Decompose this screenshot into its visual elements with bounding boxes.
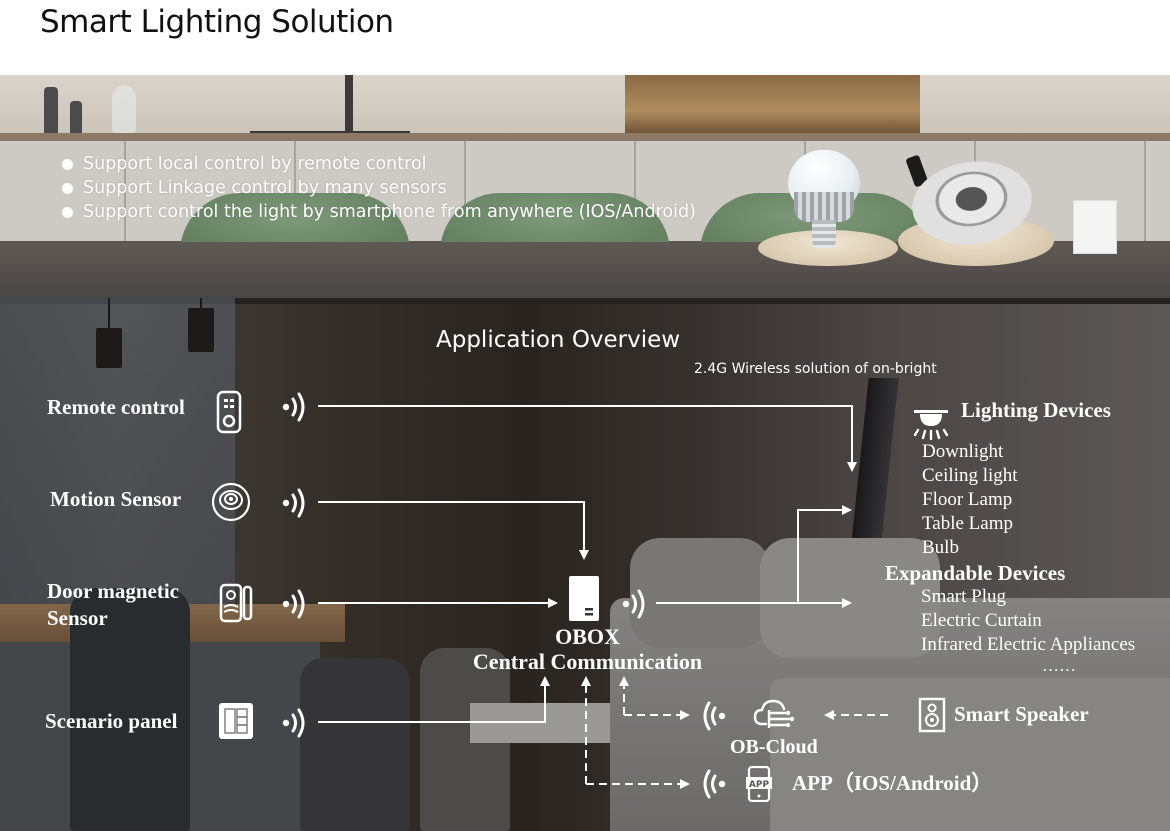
backsplash [0,75,1170,135]
wireless-signal-icon [282,707,308,743]
lighting-devices-list: Downlight Ceiling light Floor Lamp Table… [922,440,1018,560]
source-label-scenario: Scenario panel [45,709,178,733]
wireless-signal-icon [282,588,308,624]
bullet-dot [62,182,73,194]
wireless-signal-icon [622,588,648,624]
bullet-dot [62,206,73,218]
source-label-motion: Motion Sensor [50,487,182,511]
scenario-panel-icon [219,703,253,743]
counter-edge [0,133,1170,141]
obox-role: Central Communication [472,649,703,674]
faucet [345,75,353,135]
bullet-dot [62,158,73,170]
overview-title: Application Overview [436,327,681,353]
feature-item: Support Linkage control by many sensors [62,176,696,200]
expandable-device-item: Smart Plug [921,586,1006,607]
cabinet-divider [1144,141,1146,241]
cloud-icon [752,696,796,736]
lighting-device-item: Ceiling light [922,465,1018,486]
expandable-devices-heading: Expandable Devices [885,561,1066,585]
remote-control-icon [216,390,242,438]
motion-sensor-icon [211,482,251,526]
page-title: Smart Lighting Solution [40,4,394,40]
bottle [70,101,82,135]
source-label-door-line1: Door magnetic [47,579,179,603]
feature-text: Support local control by remote control [83,154,427,174]
app-phone-icon: APP [746,765,772,806]
source-label-door-line2: Sensor [47,606,108,630]
lighting-device-item: Downlight [922,441,1004,462]
led-bulb-image [788,150,860,250]
expandable-devices-list: Smart Plug Electric Curtain Infrared Ele… [921,585,1135,657]
wireless-signal-icon [282,391,308,427]
bulb-heatsink [794,192,854,222]
bulb-base [812,220,836,248]
lighting-devices-heading: Lighting Devices [961,398,1111,422]
feature-text: Support control the light by smartphone … [83,202,696,222]
lighting-device-item: Table Lamp [922,513,1013,534]
wood-panel [625,75,920,135]
more-devices-ellipsis: …… [1042,656,1076,675]
expandable-device-item: Infrared Electric Appliances [921,634,1136,655]
wireless-receive-icon [700,768,726,804]
door-sensor-icon [219,583,253,627]
vase [112,85,136,135]
speaker-icon [918,697,946,737]
wireless-receive-icon [700,700,726,736]
feature-item: Support control the light by smartphone … [62,200,696,224]
obox-product-image [1073,200,1117,254]
app-icon-text: APP [749,780,770,790]
feature-item: Support local control by remote control [62,152,696,176]
wireless-signal-icon [282,487,308,523]
feature-text: Support Linkage control by many sensors [83,178,447,198]
bottle [44,87,58,135]
app-label: APP（IOS/Android） [792,771,993,795]
feature-list: Support local control by remote control … [62,152,696,224]
lighting-device-item: Floor Lamp [922,489,1013,510]
source-label-door: Door magnetic Sensor [47,578,179,632]
lighting-device-item: Bulb [922,537,959,558]
smart-speaker-label: Smart Speaker [954,702,1089,726]
obox-label: OBOX Central Communication [450,624,725,674]
obox-name: OBOX [555,624,620,649]
source-label-remote: Remote control [47,395,185,419]
cloud-label: OB-Cloud [730,736,818,758]
expandable-device-item: Electric Curtain [921,610,1042,631]
obox-icon [569,576,599,625]
overview-subtitle: 2.4G Wireless solution of on-bright [694,361,937,377]
